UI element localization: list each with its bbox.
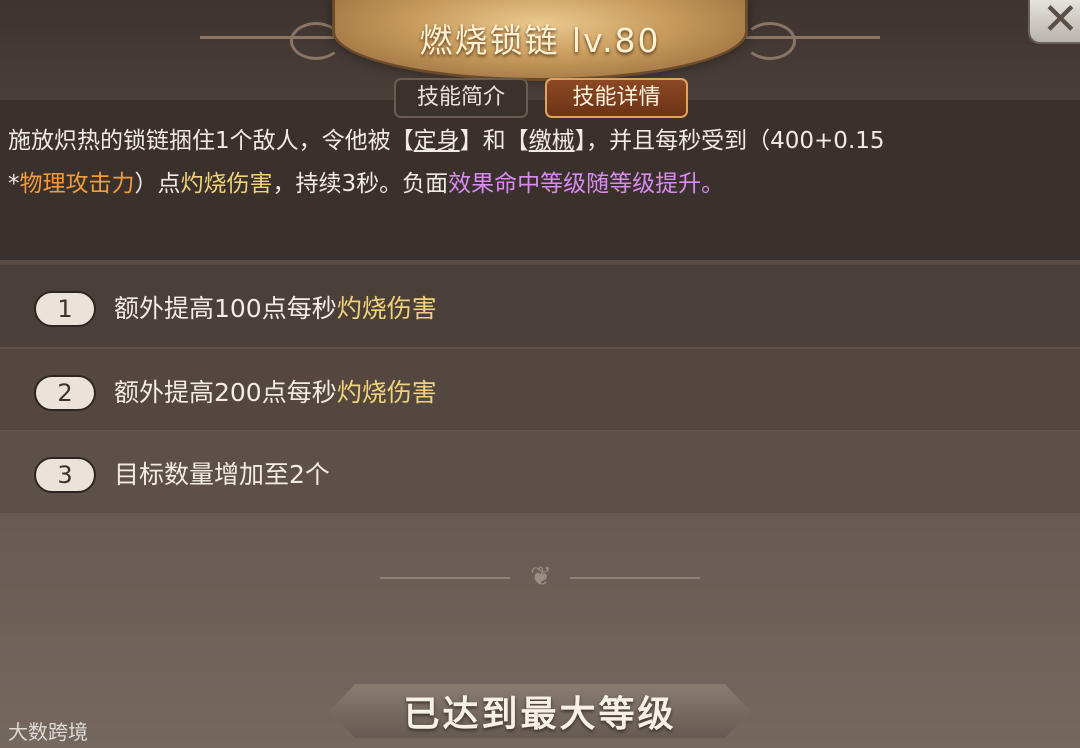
watermark: 大数跨境 [8,720,88,744]
max-level-status: 已达到最大等级 [403,694,677,735]
debuff-hit-text: 效果命中等级随等级提升。 [448,171,725,197]
stat-physical-attack: 物理攻击力 [19,171,135,197]
close-icon: ✕ [1042,0,1079,45]
upgrade-text: 额外提高100点每秒灼烧伤害 [114,289,437,325]
upgrade-text-main: 额外提高100点每秒 [114,294,337,323]
upgrade-row: 2 额外提高200点每秒灼烧伤害 [0,348,1080,431]
desc-text: 施放炽热的锁链捆住1个敌人，令他被【 [8,128,414,154]
desc-text: * [8,171,20,197]
upgrade-row: 1 额外提高100点每秒灼烧伤害 [0,264,1080,347]
divider-left [380,577,510,579]
burn-damage-text: 灼烧伤害 [180,171,273,197]
tab-skill-intro[interactable]: 技能简介 [394,78,528,118]
swirl-ornament-icon [744,22,796,60]
desc-text: ，持续3秒。负面 [272,171,449,197]
upgrade-text-main: 目标数量增加至2个 [114,460,330,489]
upgrade-number-badge: 2 [34,375,96,411]
upgrade-text-highlight: 灼烧伤害 [336,294,437,323]
divider-right [570,577,700,579]
header-bar: 燃烧锁链 lv.80 [0,0,1080,100]
keyword-disarm[interactable]: 缴械 [529,128,575,154]
close-button[interactable]: ✕ [1030,0,1080,45]
upgrade-text: 目标数量增加至2个 [114,455,330,491]
upgrade-number-badge: 1 [34,291,96,327]
skill-description: 施放炽热的锁链捆住1个敌人，令他被【定身】和【缴械】，并且每秒受到（400+0.… [8,120,1080,206]
skill-title: 燃烧锁链 lv.80 [419,21,661,60]
desc-text: 】和【 [459,128,529,154]
upgrade-text-main: 额外提高200点每秒 [114,378,337,407]
description-panel: 施放炽热的锁链捆住1个敌人，令他被【定身】和【缴械】，并且每秒受到（400+0.… [0,100,1080,260]
desc-text: 】，并且每秒受到（400+0.15 [574,128,885,154]
tab-skill-detail[interactable]: 技能详情 [545,78,688,118]
desc-text: ）点 [134,171,181,197]
upgrade-text-highlight: 灼烧伤害 [336,378,437,407]
flourish-icon: ❦ [530,562,552,592]
upgrade-row: 3 目标数量增加至2个 [0,430,1080,513]
upgrade-number-badge: 3 [34,457,96,493]
keyword-root[interactable]: 定身 [414,128,460,154]
upgrade-text: 额外提高200点每秒灼烧伤害 [114,373,437,409]
